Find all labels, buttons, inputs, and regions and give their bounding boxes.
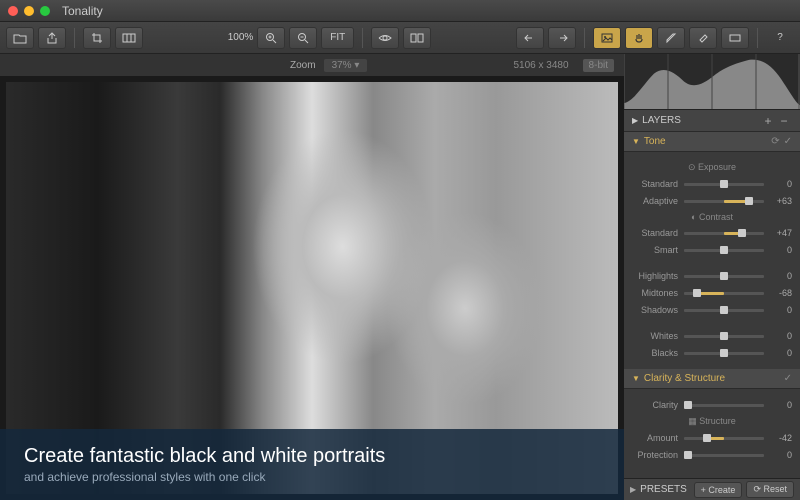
image-dimensions: 5106 x 3480 <box>513 60 568 71</box>
exposure-subhead: ⊙ Exposure <box>632 162 792 173</box>
toolbar: 100% FIT ? <box>0 22 800 54</box>
tone-reset-icon[interactable]: ⟳ <box>771 136 779 147</box>
clarity-toggle-icon[interactable]: ✓ <box>784 373 792 384</box>
zoom-label: Zoom <box>290 60 316 71</box>
tool-image[interactable] <box>593 27 621 49</box>
crop-button[interactable] <box>83 27 111 49</box>
slider-adaptive[interactable]: Adaptive+63 <box>632 194 792 208</box>
slider-smart[interactable]: Smart0 <box>632 243 792 257</box>
tone-section-header[interactable]: ▼ Tone ⟳ ✓ <box>624 132 800 152</box>
add-layer-button[interactable]: + <box>760 113 776 129</box>
grid-button[interactable] <box>115 27 143 49</box>
presets-bar: ▶ PRESETS + Create ⟳ Reset <box>624 478 800 500</box>
preset-reset-button[interactable]: ⟳ Reset <box>746 481 794 498</box>
adjustments-panel: ▶ LAYERS + − ▼ Tone ⟳ ✓ ⊙ Exposure Stand… <box>624 54 800 500</box>
tool-gradient[interactable] <box>721 27 749 49</box>
remove-layer-button[interactable]: − <box>776 113 792 129</box>
window-zoom[interactable] <box>40 6 50 16</box>
canvas[interactable]: Create fantastic black and white portrai… <box>0 76 624 500</box>
slider-clarity[interactable]: Clarity0 <box>632 398 792 412</box>
fit-button[interactable]: FIT <box>321 27 354 49</box>
open-button[interactable] <box>6 27 34 49</box>
slider-midtones[interactable]: Midtones-68 <box>632 286 792 300</box>
tool-pan[interactable] <box>625 27 653 49</box>
clarity-section-header[interactable]: ▼ Clarity & Structure ✓ <box>624 369 800 389</box>
slider-blacks[interactable]: Blacks0 <box>632 346 792 360</box>
slider-whites[interactable]: Whites0 <box>632 329 792 343</box>
contrast-subhead: ◐ Contrast <box>632 212 792 222</box>
slider-shadows[interactable]: Shadows0 <box>632 303 792 317</box>
undo-button[interactable] <box>516 27 544 49</box>
marketing-caption: Create fantastic black and white portrai… <box>0 429 624 500</box>
slider-standard-exposure[interactable]: Standard0 <box>632 177 792 191</box>
preview-button[interactable] <box>371 27 399 49</box>
tone-toggle-icon[interactable]: ✓ <box>784 136 792 147</box>
export-button[interactable] <box>38 27 66 49</box>
slider-protection[interactable]: Protection0 <box>632 448 792 462</box>
window-close[interactable] <box>8 6 18 16</box>
tool-eraser[interactable] <box>689 27 717 49</box>
slider-amount[interactable]: Amount-42 <box>632 431 792 445</box>
zoom-percent: 100% <box>228 32 254 43</box>
zoom-value[interactable]: 37% ▾ <box>324 59 368 72</box>
bit-depth: 8-bit <box>583 59 614 72</box>
slider-highlights[interactable]: Highlights0 <box>632 269 792 283</box>
tool-brush[interactable] <box>657 27 685 49</box>
caption-line1: Create fantastic black and white portrai… <box>24 445 600 468</box>
app-title: Tonality <box>50 4 800 18</box>
window-minimize[interactable] <box>24 6 34 16</box>
caption-line2: and achieve professional styles with one… <box>24 470 600 484</box>
slider-standard-contrast[interactable]: Standard+47 <box>632 226 792 240</box>
histogram[interactable] <box>624 54 800 110</box>
help-button[interactable]: ? <box>766 27 794 49</box>
zoom-in-button[interactable] <box>257 27 285 49</box>
layers-header[interactable]: ▶ LAYERS + − <box>624 110 800 132</box>
title-bar: Tonality <box>0 0 800 22</box>
redo-button[interactable] <box>548 27 576 49</box>
info-bar: Zoom 37% ▾ 5106 x 3480 8-bit <box>0 54 624 76</box>
compare-button[interactable] <box>403 27 431 49</box>
zoom-out-button[interactable] <box>289 27 317 49</box>
structure-subhead: ▦ Structure <box>632 416 792 427</box>
preset-create-button[interactable]: + Create <box>694 482 743 498</box>
